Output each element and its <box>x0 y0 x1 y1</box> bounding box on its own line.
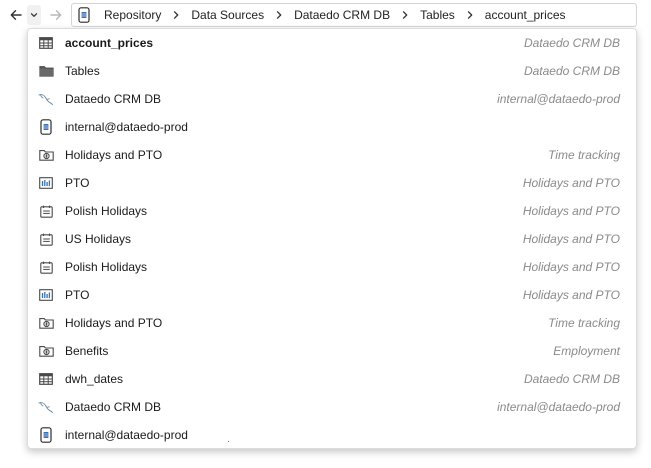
arrow-right-icon <box>50 10 62 20</box>
back-button[interactable] <box>6 5 26 25</box>
dropdown-item-name: PTO <box>65 176 90 190</box>
chevron-right-icon[interactable] <box>272 8 286 22</box>
breadcrumb-item[interactable]: Data Sources <box>188 8 267 22</box>
dropdown-item-context: Holidays and PTO <box>522 204 620 218</box>
address-bar[interactable]: Repository Data Sources Dataedo CRM DB Tabl… <box>71 3 637 27</box>
dropdown-item-context: Holidays and PTO <box>522 288 620 302</box>
dropdown-item-name: US Holidays <box>65 232 132 246</box>
breadcrumb-item[interactable]: Tables <box>417 8 458 22</box>
folder-camera-icon <box>38 315 54 331</box>
dropdown-item[interactable]: Benefits Employment <box>28 337 636 365</box>
chevron-right-icon[interactable] <box>463 8 477 22</box>
dropdown-item[interactable]: Polish Holidays Holidays and PTO <box>28 197 636 225</box>
dropdown-item-context: Time tracking <box>548 148 620 162</box>
folder-camera-icon <box>38 147 54 163</box>
dropdown-item-name: Dataedo CRM DB <box>65 400 162 414</box>
calendar-icon <box>38 231 54 247</box>
dropdown-item[interactable]: account_prices Dataedo CRM DB <box>28 29 636 57</box>
breadcrumb-item[interactable]: Repository <box>101 8 164 22</box>
mysql-icon <box>38 399 54 415</box>
breadcrumb-item[interactable]: account_prices <box>482 8 569 22</box>
mysql-icon <box>38 91 54 107</box>
arrow-left-icon <box>10 10 22 20</box>
dropdown-item-context: Employment <box>553 344 620 358</box>
database-server-icon <box>38 119 54 135</box>
chart-icon <box>38 175 54 191</box>
dropdown-item-context: internal@dataedo-prod <box>497 400 620 414</box>
chevron-down-icon <box>30 13 38 17</box>
chevron-right-icon[interactable] <box>398 8 412 22</box>
dropdown-item-name: internal@dataedo-prod <box>65 428 188 442</box>
calendar-icon <box>38 259 54 275</box>
breadcrumb-item[interactable]: Dataedo CRM DB <box>291 8 393 22</box>
table-icon <box>38 371 54 387</box>
dropdown-item[interactable]: Polish Holidays Holidays and PTO <box>28 253 636 281</box>
chevron-right-icon[interactable] <box>169 8 183 22</box>
dropdown-item-context: Holidays and PTO <box>522 232 620 246</box>
navigation-bar: Repository Data Sources Dataedo CRM DB Tabl… <box>0 0 651 30</box>
dropdown-item-context: Dataedo CRM DB <box>523 64 620 78</box>
dropdown-item[interactable]: dwh_dates Dataedo CRM DB <box>28 365 636 393</box>
dropdown-item-name: Polish Holidays <box>65 260 148 274</box>
dropdown-item-name: Benefits <box>65 344 109 358</box>
table-icon <box>38 35 54 51</box>
dropdown-item[interactable]: internal@dataedo-prod <box>28 421 636 448</box>
folder-icon <box>38 63 54 79</box>
forward-button[interactable] <box>46 5 66 25</box>
dropdown-item-context: Holidays and PTO <box>522 260 620 274</box>
dropdown-item-name: Holidays and PTO <box>65 316 163 330</box>
dropdown-item-name: account_prices <box>65 36 154 50</box>
database-server-icon <box>78 7 92 23</box>
dropdown-item[interactable]: Dataedo CRM DB internal@dataedo-prod <box>28 85 636 113</box>
calendar-icon <box>38 203 54 219</box>
stray-dot <box>228 441 229 442</box>
dropdown-item-name: PTO <box>65 288 90 302</box>
dropdown-item[interactable]: PTO Holidays and PTO <box>28 169 636 197</box>
dropdown-item[interactable]: Holidays and PTO Time tracking <box>28 309 636 337</box>
dropdown-item-context: Time tracking <box>548 316 620 330</box>
dropdown-item[interactable]: PTO Holidays and PTO <box>28 281 636 309</box>
dropdown-item[interactable]: Dataedo CRM DB internal@dataedo-prod <box>28 393 636 421</box>
dropdown-item-name: Polish Holidays <box>65 204 148 218</box>
breadcrumb: Repository Data Sources Dataedo CRM DB Tabl… <box>101 8 569 22</box>
dropdown-item-name: Holidays and PTO <box>65 148 163 162</box>
dropdown-item-context: Dataedo CRM DB <box>523 36 620 50</box>
dropdown-item[interactable]: internal@dataedo-prod <box>28 113 636 141</box>
dropdown-item[interactable]: Holidays and PTO Time tracking <box>28 141 636 169</box>
dropdown-item[interactable]: US Holidays Holidays and PTO <box>28 225 636 253</box>
dropdown-item-context: Dataedo CRM DB <box>523 372 620 386</box>
dropdown-item-name: internal@dataedo-prod <box>65 120 188 134</box>
chart-icon <box>38 287 54 303</box>
dropdown-item[interactable]: Tables Dataedo CRM DB <box>28 57 636 85</box>
dropdown-item-name: Dataedo CRM DB <box>65 92 162 106</box>
history-dropdown-button[interactable] <box>27 5 41 25</box>
breadcrumb-dropdown-list: account_prices Dataedo CRM DB Tables Dataed… <box>27 28 637 449</box>
dropdown-item-context: internal@dataedo-prod <box>497 92 620 106</box>
dropdown-item-context: Holidays and PTO <box>522 176 620 190</box>
dropdown-item-name: Tables <box>65 64 100 78</box>
dropdown-item-name: dwh_dates <box>65 372 124 386</box>
database-server-icon <box>38 427 54 443</box>
folder-camera-icon <box>38 343 54 359</box>
